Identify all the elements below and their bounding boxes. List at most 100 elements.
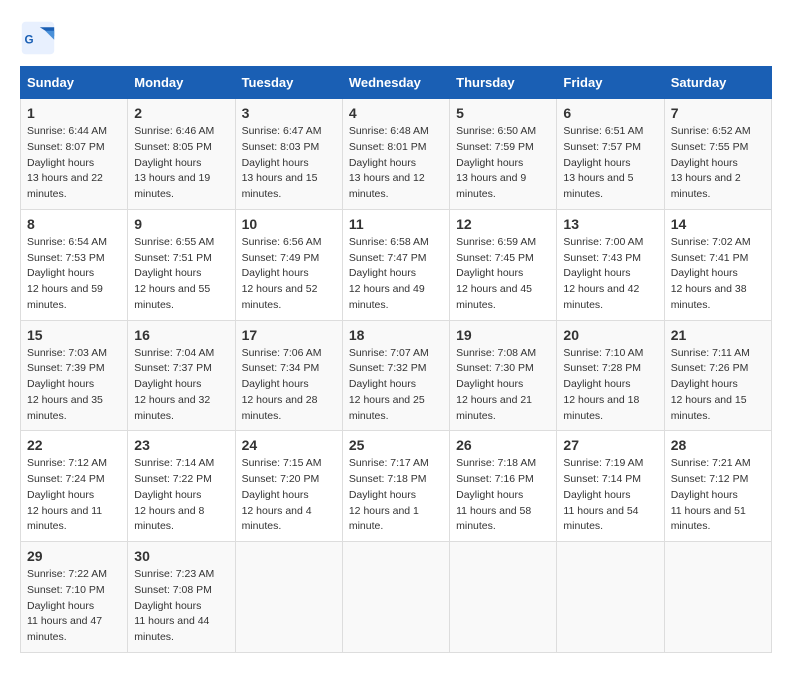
sunset-label: Sunset: 7:47 PM [349, 252, 427, 264]
day-cell-30: 30 Sunrise: 7:23 AM Sunset: 7:08 PM Dayl… [128, 542, 235, 653]
sunset-label: Sunset: 7:49 PM [242, 252, 320, 264]
calendar-week-5: 29 Sunrise: 7:22 AM Sunset: 7:10 PM Dayl… [21, 542, 772, 653]
day-number: 9 [134, 216, 228, 232]
day-number: 23 [134, 437, 228, 453]
daylight-value: 11 hours and 51 minutes. [671, 505, 746, 533]
calendar-week-2: 8 Sunrise: 6:54 AM Sunset: 7:53 PM Dayli… [21, 209, 772, 320]
day-cell-7: 7 Sunrise: 6:52 AM Sunset: 7:55 PM Dayli… [664, 99, 771, 210]
day-number: 22 [27, 437, 121, 453]
day-cell-22: 22 Sunrise: 7:12 AM Sunset: 7:24 PM Dayl… [21, 431, 128, 542]
day-number: 29 [27, 548, 121, 564]
daylight-value: 12 hours and 52 minutes. [242, 283, 318, 311]
day-number: 18 [349, 327, 443, 343]
day-number: 7 [671, 105, 765, 121]
day-info: Sunrise: 7:10 AM Sunset: 7:28 PM Dayligh… [563, 346, 657, 425]
weekday-header-tuesday: Tuesday [235, 67, 342, 99]
logo-icon: G [20, 20, 56, 56]
day-cell-21: 21 Sunrise: 7:11 AM Sunset: 7:26 PM Dayl… [664, 320, 771, 431]
daylight-value: 11 hours and 54 minutes. [563, 505, 638, 533]
daylight-label: Daylight hours [242, 489, 309, 501]
day-cell-26: 26 Sunrise: 7:18 AM Sunset: 7:16 PM Dayl… [450, 431, 557, 542]
day-cell-2: 2 Sunrise: 6:46 AM Sunset: 8:05 PM Dayli… [128, 99, 235, 210]
daylight-value: 12 hours and 11 minutes. [27, 505, 102, 533]
sunrise-label: Sunrise: 7:08 AM [456, 347, 536, 359]
day-number: 16 [134, 327, 228, 343]
day-number: 11 [349, 216, 443, 232]
daylight-value: 12 hours and 38 minutes. [671, 283, 747, 311]
sunset-label: Sunset: 7:32 PM [349, 362, 427, 374]
daylight-value: 12 hours and 4 minutes. [242, 505, 312, 533]
day-cell-20: 20 Sunrise: 7:10 AM Sunset: 7:28 PM Dayl… [557, 320, 664, 431]
empty-cell [664, 542, 771, 653]
sunrise-label: Sunrise: 7:06 AM [242, 347, 322, 359]
day-info: Sunrise: 6:54 AM Sunset: 7:53 PM Dayligh… [27, 235, 121, 314]
sunset-label: Sunset: 7:08 PM [134, 584, 212, 596]
day-cell-16: 16 Sunrise: 7:04 AM Sunset: 7:37 PM Dayl… [128, 320, 235, 431]
sunrise-label: Sunrise: 7:22 AM [27, 568, 107, 580]
day-info: Sunrise: 6:51 AM Sunset: 7:57 PM Dayligh… [563, 124, 657, 203]
day-info: Sunrise: 7:00 AM Sunset: 7:43 PM Dayligh… [563, 235, 657, 314]
daylight-label: Daylight hours [134, 378, 201, 390]
sunset-label: Sunset: 7:16 PM [456, 473, 534, 485]
sunrise-label: Sunrise: 7:10 AM [563, 347, 643, 359]
day-info: Sunrise: 7:17 AM Sunset: 7:18 PM Dayligh… [349, 456, 443, 535]
daylight-label: Daylight hours [349, 267, 416, 279]
day-cell-18: 18 Sunrise: 7:07 AM Sunset: 7:32 PM Dayl… [342, 320, 449, 431]
day-info: Sunrise: 7:08 AM Sunset: 7:30 PM Dayligh… [456, 346, 550, 425]
day-number: 12 [456, 216, 550, 232]
sunset-label: Sunset: 7:10 PM [27, 584, 105, 596]
daylight-value: 12 hours and 1 minute. [349, 505, 419, 533]
day-info: Sunrise: 6:52 AM Sunset: 7:55 PM Dayligh… [671, 124, 765, 203]
daylight-value: 12 hours and 59 minutes. [27, 283, 103, 311]
day-number: 5 [456, 105, 550, 121]
day-info: Sunrise: 6:55 AM Sunset: 7:51 PM Dayligh… [134, 235, 228, 314]
empty-cell [450, 542, 557, 653]
daylight-label: Daylight hours [563, 378, 630, 390]
day-cell-11: 11 Sunrise: 6:58 AM Sunset: 7:47 PM Dayl… [342, 209, 449, 320]
day-info: Sunrise: 7:06 AM Sunset: 7:34 PM Dayligh… [242, 346, 336, 425]
daylight-label: Daylight hours [456, 378, 523, 390]
daylight-value: 12 hours and 15 minutes. [671, 394, 747, 422]
sunrise-label: Sunrise: 7:18 AM [456, 457, 536, 469]
sunrise-label: Sunrise: 7:15 AM [242, 457, 322, 469]
day-number: 14 [671, 216, 765, 232]
day-number: 24 [242, 437, 336, 453]
sunset-label: Sunset: 7:51 PM [134, 252, 212, 264]
sunrise-label: Sunrise: 6:44 AM [27, 125, 107, 137]
sunrise-label: Sunrise: 7:03 AM [27, 347, 107, 359]
daylight-label: Daylight hours [563, 489, 630, 501]
day-info: Sunrise: 6:44 AM Sunset: 8:07 PM Dayligh… [27, 124, 121, 203]
sunset-label: Sunset: 8:05 PM [134, 141, 212, 153]
daylight-label: Daylight hours [134, 489, 201, 501]
sunset-label: Sunset: 7:57 PM [563, 141, 641, 153]
sunrise-label: Sunrise: 7:19 AM [563, 457, 643, 469]
daylight-value: 13 hours and 15 minutes. [242, 172, 318, 200]
daylight-label: Daylight hours [242, 157, 309, 169]
day-cell-29: 29 Sunrise: 7:22 AM Sunset: 7:10 PM Dayl… [21, 542, 128, 653]
daylight-value: 13 hours and 12 minutes. [349, 172, 425, 200]
sunrise-label: Sunrise: 7:14 AM [134, 457, 214, 469]
day-info: Sunrise: 6:56 AM Sunset: 7:49 PM Dayligh… [242, 235, 336, 314]
calendar-table: SundayMondayTuesdayWednesdayThursdayFrid… [20, 66, 772, 653]
day-cell-17: 17 Sunrise: 7:06 AM Sunset: 7:34 PM Dayl… [235, 320, 342, 431]
day-info: Sunrise: 7:02 AM Sunset: 7:41 PM Dayligh… [671, 235, 765, 314]
day-number: 1 [27, 105, 121, 121]
sunrise-label: Sunrise: 6:59 AM [456, 236, 536, 248]
calendar-week-1: 1 Sunrise: 6:44 AM Sunset: 8:07 PM Dayli… [21, 99, 772, 210]
sunset-label: Sunset: 7:14 PM [563, 473, 641, 485]
logo: G [20, 20, 60, 56]
daylight-value: 12 hours and 55 minutes. [134, 283, 210, 311]
sunset-label: Sunset: 7:28 PM [563, 362, 641, 374]
day-number: 8 [27, 216, 121, 232]
day-info: Sunrise: 7:07 AM Sunset: 7:32 PM Dayligh… [349, 346, 443, 425]
day-number: 26 [456, 437, 550, 453]
day-number: 20 [563, 327, 657, 343]
daylight-label: Daylight hours [349, 489, 416, 501]
day-info: Sunrise: 7:23 AM Sunset: 7:08 PM Dayligh… [134, 567, 228, 646]
daylight-value: 11 hours and 47 minutes. [27, 615, 102, 643]
day-info: Sunrise: 7:21 AM Sunset: 7:12 PM Dayligh… [671, 456, 765, 535]
daylight-label: Daylight hours [563, 157, 630, 169]
daylight-value: 11 hours and 44 minutes. [134, 615, 209, 643]
daylight-label: Daylight hours [349, 378, 416, 390]
sunrise-label: Sunrise: 6:48 AM [349, 125, 429, 137]
